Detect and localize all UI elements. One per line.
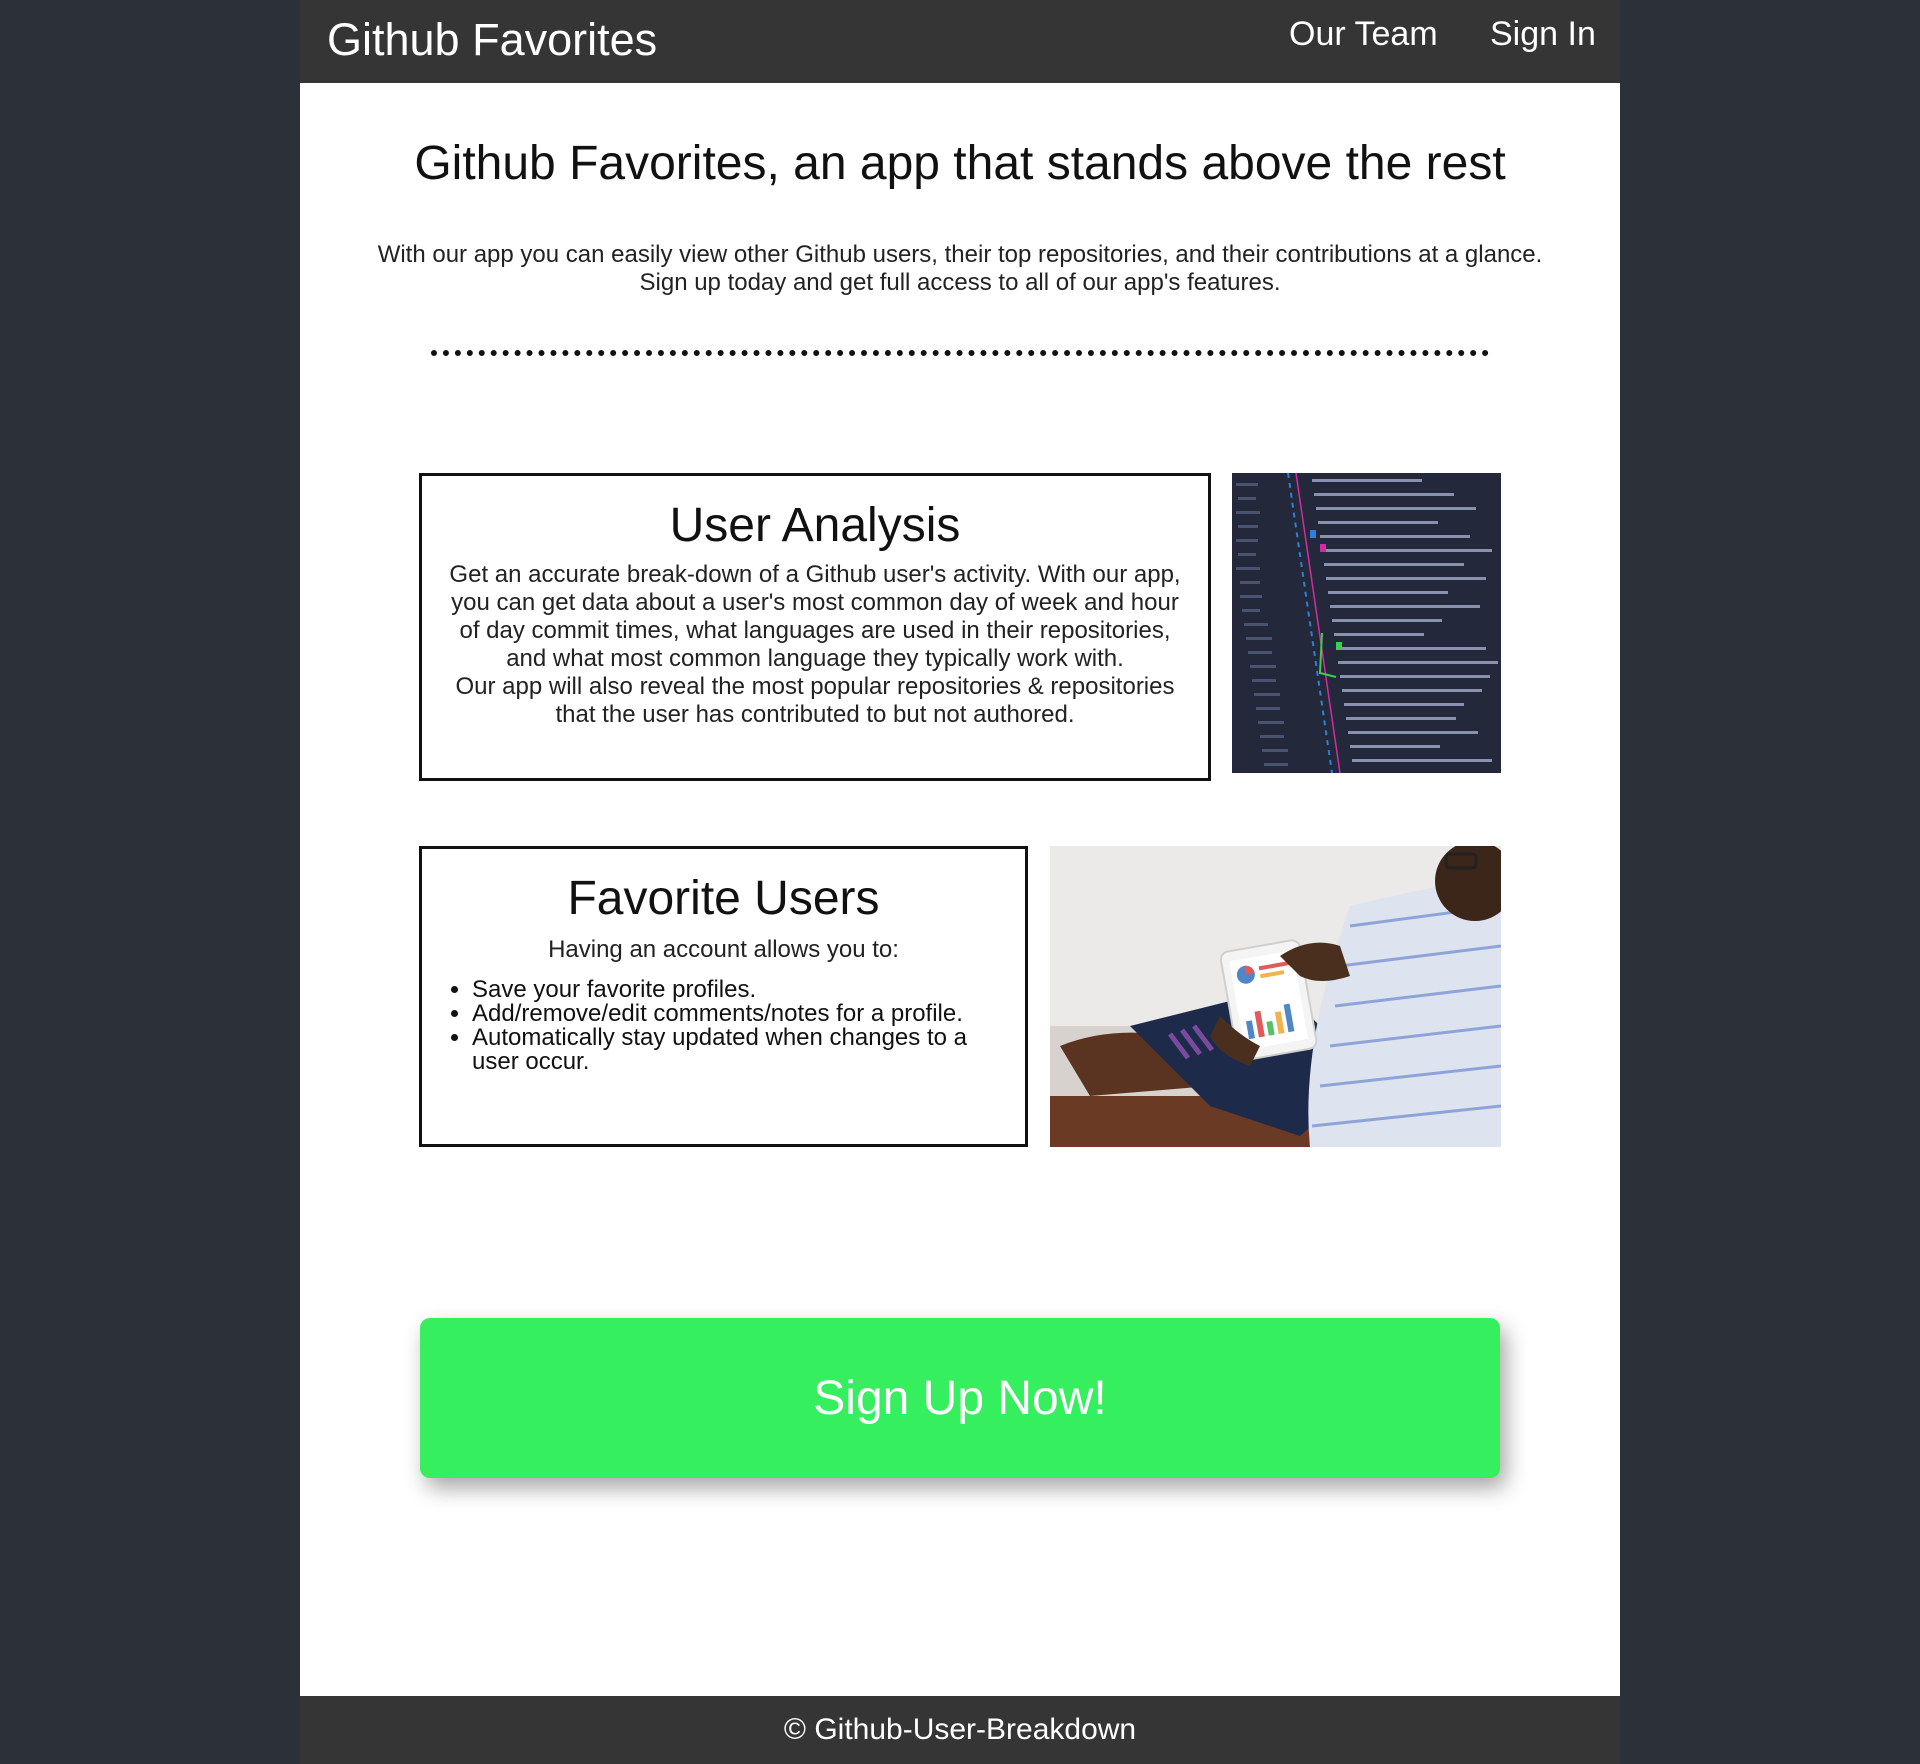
- footer: © Github-User-Breakdown: [300, 1696, 1620, 1764]
- footer-copyright: © Github-User-Breakdown: [783, 1713, 1137, 1746]
- hero-description: With our app you can easily view other G…: [340, 241, 1580, 297]
- dotted-divider: [431, 350, 1489, 356]
- user-analysis-card: User Analysis Get an accurate break-down…: [419, 473, 1211, 781]
- page-container: Github Favorites Our Team Sign In Github…: [300, 0, 1620, 1764]
- hero-title: Github Favorites, an app that stands abo…: [414, 137, 1506, 190]
- top-navbar: Github Favorites Our Team Sign In: [300, 0, 1620, 83]
- hero-description-line: Sign up today and get full access to all…: [639, 269, 1281, 296]
- person-with-tablet-image: [1050, 846, 1501, 1147]
- list-item: Save your favorite profiles.: [472, 978, 985, 1002]
- list-item: Add/remove/edit comments/notes for a pro…: [472, 1002, 985, 1026]
- user-analysis-title: User Analysis: [669, 499, 961, 552]
- user-analysis-text: Get an accurate break-down of a Github u…: [422, 561, 1208, 729]
- favorite-users-intro: Having an account allows you to:: [548, 936, 899, 963]
- user-analysis-paragraph: Our app will also reveal the most popula…: [455, 673, 1175, 728]
- user-analysis-paragraph: Get an accurate break-down of a Github u…: [449, 561, 1181, 672]
- nav-sign-in-link[interactable]: Sign In: [1490, 15, 1596, 54]
- favorite-users-title: Favorite Users: [567, 872, 880, 925]
- sign-up-now-button[interactable]: Sign Up Now!: [420, 1318, 1500, 1478]
- favorite-users-list: Save your favorite profiles. Add/remove/…: [422, 978, 1025, 1074]
- brand-link[interactable]: Github Favorites: [327, 14, 657, 66]
- list-item: Automatically stay updated when changes …: [472, 1026, 985, 1074]
- hero-description-line: With our app you can easily view other G…: [377, 241, 1543, 268]
- favorite-users-card: Favorite Users Having an account allows …: [419, 846, 1028, 1147]
- nav-our-team-link[interactable]: Our Team: [1289, 15, 1438, 54]
- code-screenshot-image: [1232, 473, 1501, 773]
